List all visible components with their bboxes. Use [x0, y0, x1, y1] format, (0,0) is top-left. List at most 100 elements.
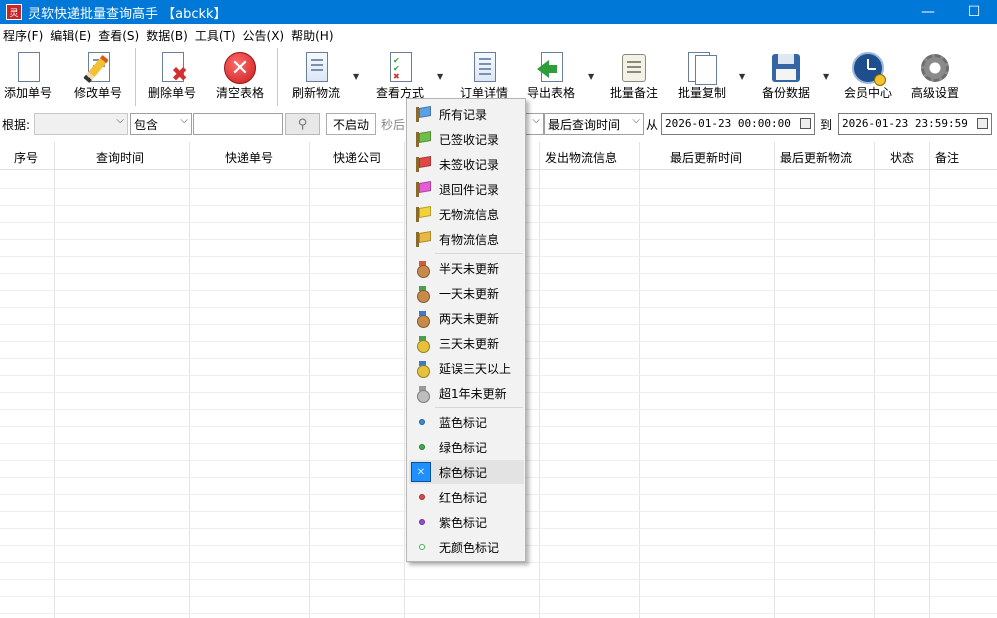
- calendar-icon: [977, 118, 988, 129]
- from-label: 从: [646, 118, 659, 132]
- toolbar-separator: [135, 48, 136, 106]
- popup-item-record-3[interactable]: 退回件记录: [409, 177, 524, 201]
- edit-number-button[interactable]: 修改单号: [70, 46, 126, 110]
- add-number-button[interactable]: 添加单号: [0, 46, 56, 110]
- popup-separator: [435, 253, 523, 254]
- title-bar: 灵 灵软快递批量查询高手 【abckk】 — ☐: [0, 0, 997, 24]
- flag-icon: [414, 131, 430, 147]
- batch-copy-dropdown-arrow[interactable]: ▼: [739, 72, 745, 81]
- search-button[interactable]: ⚲: [285, 113, 320, 135]
- column-header-tracking-number[interactable]: 快递单号: [225, 149, 273, 166]
- menu-edit[interactable]: 编辑(E): [47, 27, 95, 44]
- popup-item-label: 绿色标记: [439, 441, 488, 455]
- app-logo-icon: 灵: [6, 4, 22, 20]
- grid-column-divider: [929, 142, 930, 618]
- column-header-query-time[interactable]: 查询时间: [96, 149, 144, 166]
- clock-icon: [852, 52, 886, 86]
- popup-item-update-5[interactable]: 超1年未更新: [409, 381, 524, 405]
- popup-item-mark-3[interactable]: 红色标记: [409, 485, 524, 509]
- view-mode-dropdown-arrow[interactable]: ▼: [437, 72, 443, 81]
- scroll-icon: [618, 52, 650, 84]
- popup-item-record-5[interactable]: 有物流信息: [409, 227, 524, 251]
- popup-item-update-4[interactable]: 延误三天以上: [409, 356, 524, 380]
- popup-item-label: 两天未更新: [439, 312, 500, 326]
- menu-tools[interactable]: 工具(T): [192, 27, 240, 44]
- popup-item-mark-2[interactable]: ✕ 棕色标记: [409, 460, 524, 484]
- popup-item-label: 无颜色标记: [439, 541, 500, 555]
- popup-item-label: 所有记录: [439, 108, 488, 122]
- popup-item-label: 蓝色标记: [439, 416, 488, 430]
- popup-item-label: 有物流信息: [439, 233, 500, 247]
- grid-row-divider: [0, 562, 997, 563]
- advanced-settings-button[interactable]: 高级设置: [907, 46, 963, 110]
- batch-copy-button[interactable]: 批量复制: [674, 46, 730, 110]
- member-center-button[interactable]: 会员中心: [840, 46, 896, 110]
- menu-help[interactable]: 帮助(H): [288, 27, 337, 44]
- to-datetime-picker[interactable]: 2026-01-23 23:59:59: [838, 113, 992, 135]
- from-datetime-picker[interactable]: 2026-01-23 00:00:00: [661, 113, 815, 135]
- timer-start-button[interactable]: 不启动: [326, 113, 376, 135]
- column-header-courier[interactable]: 快递公司: [333, 149, 381, 166]
- floppy-disk-icon: [770, 52, 802, 84]
- backup-data-button[interactable]: 备份数据: [758, 46, 814, 110]
- popup-item-update-0[interactable]: 半天未更新: [409, 256, 524, 280]
- magnifier-icon: ⚲: [297, 116, 308, 132]
- popup-item-update-1[interactable]: 一天未更新: [409, 281, 524, 305]
- toolbar-separator: [277, 48, 278, 106]
- popup-item-label: 半天未更新: [439, 262, 500, 276]
- menu-notice[interactable]: 公告(X): [240, 27, 289, 44]
- batch-note-button[interactable]: 批量备注: [606, 46, 662, 110]
- menu-data[interactable]: 数据(B): [143, 27, 192, 44]
- color-dot-icon: [414, 489, 430, 505]
- color-dot-icon: [414, 539, 430, 555]
- popup-item-record-1[interactable]: 已签收记录: [409, 127, 524, 151]
- popup-item-label: 三天未更新: [439, 337, 500, 351]
- column-header-status[interactable]: 状态: [890, 149, 914, 166]
- view-mode-popup-menu: 所有记录已签收记录 未签收记录退回件记录无物流信息有物流信息半天未更新一天未更新两…: [406, 98, 526, 562]
- column-header-last-update-time[interactable]: 最后更新时间: [670, 149, 742, 166]
- refresh-logistics-button[interactable]: 刷新物流: [288, 46, 344, 110]
- medal-icon: [414, 285, 430, 303]
- minimize-button[interactable]: —: [905, 0, 951, 24]
- checklist-icon: ✔ ✔ ✖: [384, 52, 416, 84]
- popup-item-mark-0[interactable]: 蓝色标记: [409, 410, 524, 434]
- chevron-down-icon: ⌵: [532, 115, 540, 126]
- maximize-button[interactable]: ☐: [951, 0, 997, 24]
- filter-label: 根据:: [2, 118, 31, 132]
- menu-program[interactable]: 程序(F): [0, 27, 47, 44]
- interval-select-tail[interactable]: ⌵: [526, 113, 544, 135]
- grid-row-divider: [0, 613, 997, 614]
- time-field-select[interactable]: 最后查询时间 ⌵: [544, 113, 644, 135]
- menu-view[interactable]: 查看(S): [95, 27, 143, 44]
- flag-icon: [414, 156, 430, 172]
- popup-item-update-2[interactable]: 两天未更新: [409, 306, 524, 330]
- popup-item-record-0[interactable]: 所有记录: [409, 102, 524, 126]
- filter-field-select[interactable]: ⌵: [34, 113, 128, 135]
- order-list-icon: [468, 52, 500, 84]
- export-table-button[interactable]: 导出表格: [523, 46, 579, 110]
- selected-mark-icon: ✕: [411, 462, 431, 482]
- flag-icon: [414, 106, 430, 122]
- popup-item-label: 退回件记录: [439, 183, 500, 197]
- keyword-input[interactable]: [193, 113, 283, 135]
- delete-number-button[interactable]: ✖ 删除单号: [144, 46, 200, 110]
- column-header-sent-info[interactable]: 发出物流信息: [545, 149, 617, 166]
- popup-item-record-2[interactable]: 未签收记录: [409, 152, 524, 176]
- chevron-down-icon: ⌵: [632, 115, 640, 126]
- popup-item-mark-5[interactable]: 无颜色标记: [409, 535, 524, 559]
- refresh-dropdown-arrow[interactable]: ▼: [353, 72, 359, 81]
- column-header-last-update-logistics[interactable]: 最后更新物流: [780, 149, 852, 166]
- popup-item-mark-4[interactable]: 紫色标记: [409, 510, 524, 534]
- match-mode-select[interactable]: 包含 ⌵: [130, 113, 192, 135]
- popup-item-mark-1[interactable]: 绿色标记: [409, 435, 524, 459]
- column-header-index[interactable]: 序号: [14, 149, 38, 166]
- export-dropdown-arrow[interactable]: ▼: [588, 72, 594, 81]
- backup-dropdown-arrow[interactable]: ▼: [823, 72, 829, 81]
- export-arrow-icon: [535, 52, 567, 84]
- clear-table-button[interactable]: ✕ 清空表格: [212, 46, 268, 110]
- column-header-note[interactable]: 备注: [935, 149, 959, 166]
- grid-column-divider: [539, 142, 540, 618]
- popup-item-record-4[interactable]: 无物流信息: [409, 202, 524, 226]
- flag-icon: [414, 206, 430, 222]
- popup-item-update-3[interactable]: 三天未更新: [409, 331, 524, 355]
